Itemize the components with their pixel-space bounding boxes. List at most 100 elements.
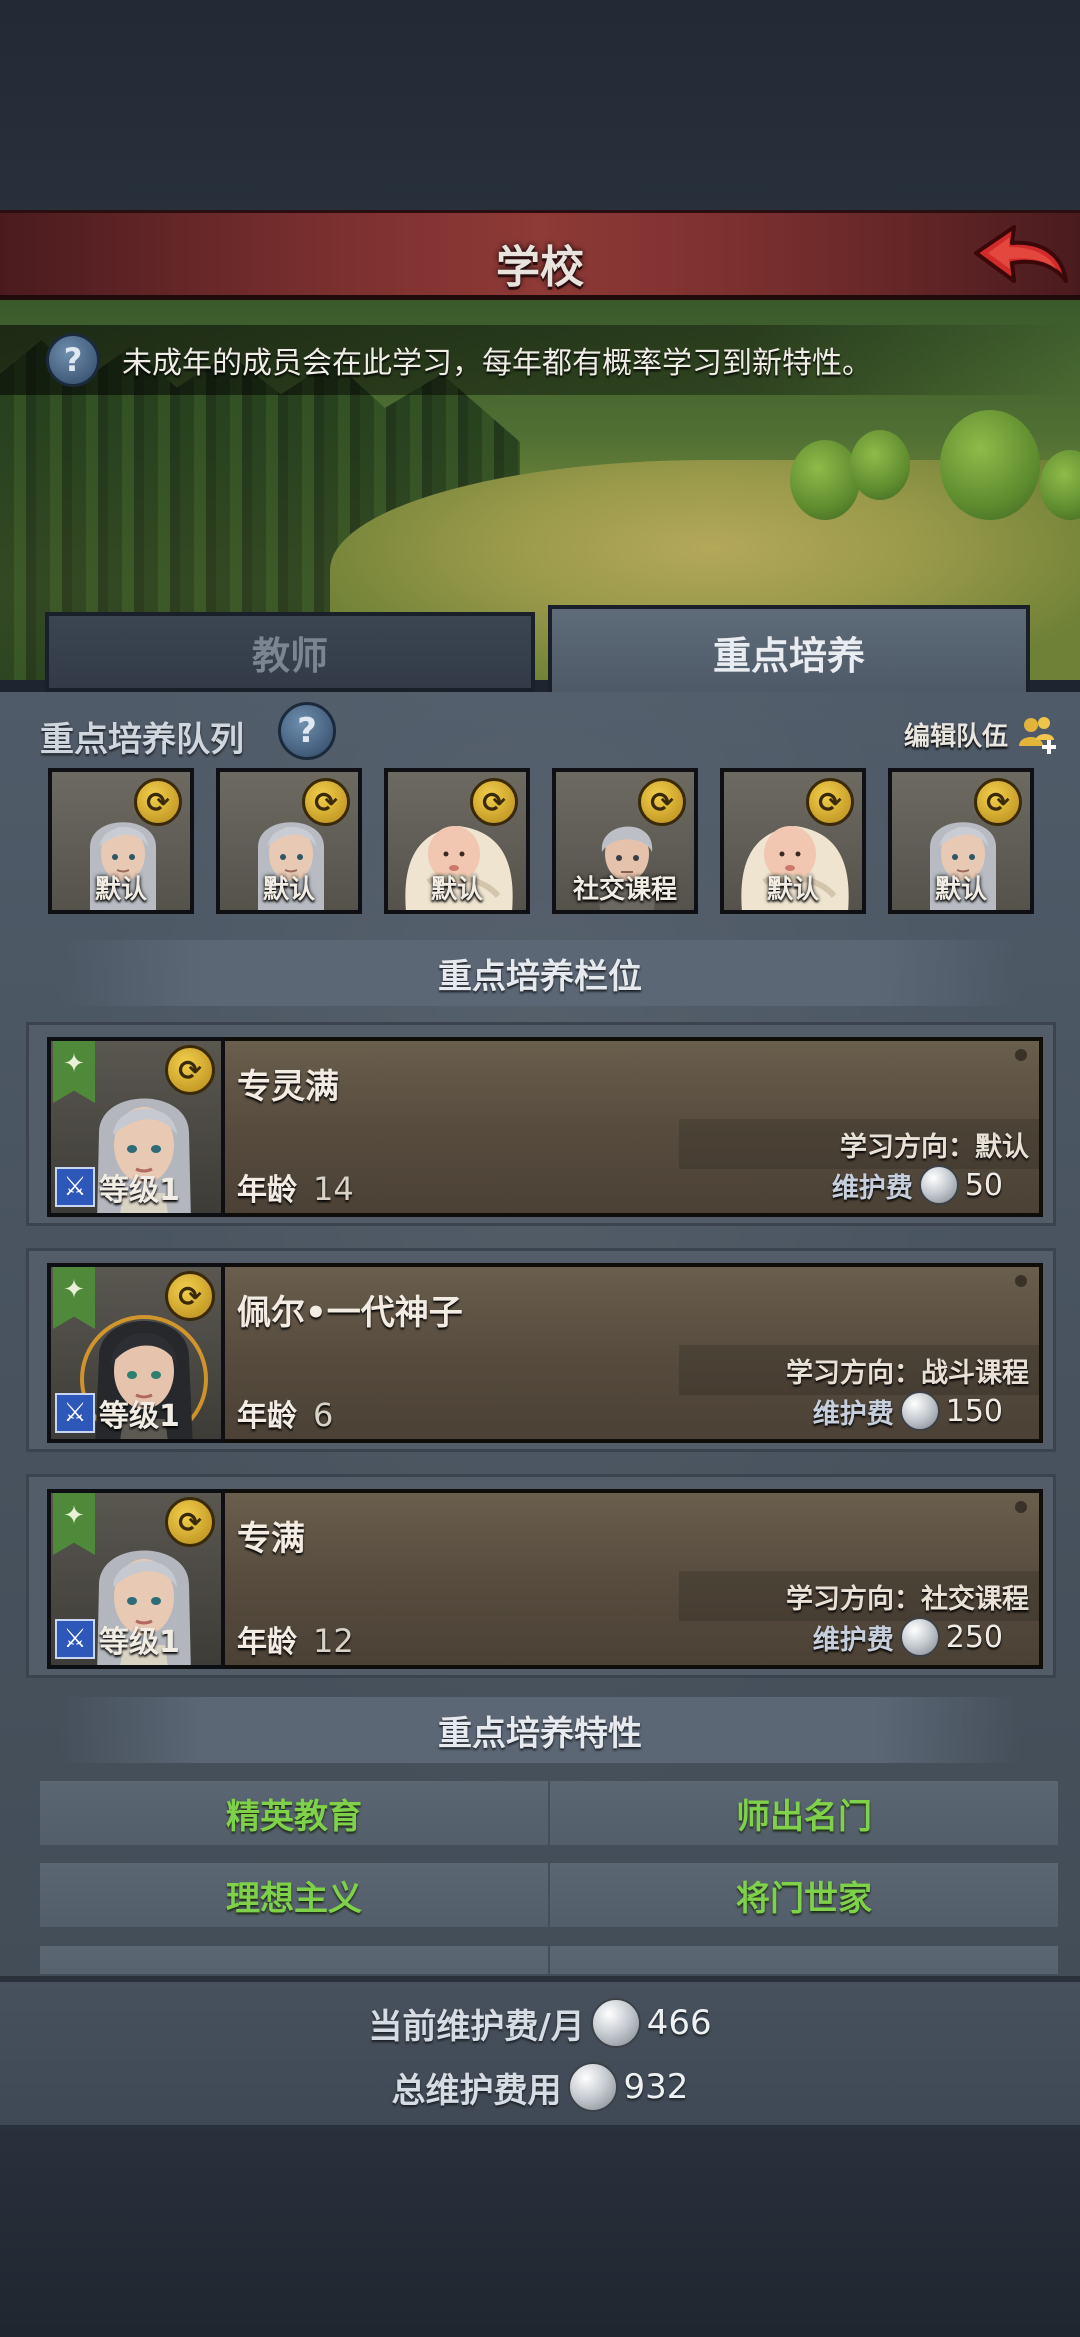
trait-item-clipped[interactable] bbox=[550, 1946, 1058, 1974]
study-direction: 学习方向：战斗课程 bbox=[786, 1358, 1029, 1389]
fee-row: 维护费 50 bbox=[832, 1165, 1003, 1205]
monthly-fee-row: 当前维护费/月 466 bbox=[0, 1998, 1080, 2048]
student-avatar[interactable]: ✦ ⟳ ⚔ 等级1 bbox=[47, 1263, 225, 1443]
age-value: 6 bbox=[313, 1396, 334, 1434]
queue-slot[interactable]: ⟳ 默认 bbox=[216, 768, 362, 914]
team-add-icon bbox=[1016, 712, 1060, 756]
age-row: 年龄 6 bbox=[237, 1391, 333, 1435]
cycle-icon[interactable]: ⟳ bbox=[638, 778, 686, 826]
student-avatar[interactable]: ✦ ⟳ ⚔ 等级1 bbox=[47, 1037, 225, 1217]
queue-slot[interactable]: ⟳ 默认 bbox=[888, 768, 1034, 914]
trait-item[interactable]: 将门世家 bbox=[550, 1863, 1058, 1927]
queue-slot-label: 社交课程 bbox=[572, 875, 677, 905]
trait-item-clipped[interactable] bbox=[40, 1946, 548, 1974]
edit-team-label: 编辑队伍 bbox=[903, 721, 1008, 752]
fee-value: 250 bbox=[945, 1619, 1003, 1655]
tab-focus-training[interactable]: 重点培养 bbox=[548, 605, 1030, 695]
queue-slot[interactable]: ⟳ 社交课程 bbox=[552, 768, 698, 914]
student-card[interactable]: ✦ ⟳ ⚔ 等级1 专灵满 学习方向：默认 年龄 14 维护费 50 bbox=[26, 1022, 1056, 1226]
total-fee-row: 总维护费用 932 bbox=[0, 2062, 1080, 2112]
queue-slot-label: 默认 bbox=[262, 875, 315, 905]
student-card[interactable]: ✦ ⟳ ⚔ 等级1 专满 学习方向：社交课程 年龄 12 维护费 250 bbox=[26, 1474, 1056, 1678]
back-arrow-icon[interactable] bbox=[970, 219, 1070, 297]
age-label: 年龄 bbox=[237, 1625, 297, 1660]
age-row: 年龄 12 bbox=[237, 1617, 354, 1661]
monthly-fee-value: 466 bbox=[646, 2003, 712, 2043]
student-card[interactable]: ✦ ⟳ ⚔ 等级1 佩尔•一代神子 学习方向：战斗课程 年龄 6 维护费 150 bbox=[26, 1248, 1056, 1452]
student-info: 专灵满 学习方向：默认 年龄 14 维护费 50 bbox=[225, 1037, 1043, 1217]
student-info: 专满 学习方向：社交课程 年龄 12 维护费 250 bbox=[225, 1489, 1043, 1669]
silver-coin-icon bbox=[899, 1617, 940, 1657]
cycle-icon[interactable]: ⟳ bbox=[165, 1497, 215, 1547]
fee-label: 维护费 bbox=[831, 1172, 913, 1204]
study-direction: 学习方向：默认 bbox=[840, 1132, 1029, 1163]
total-fee-value: 932 bbox=[623, 2067, 689, 2107]
silver-coin-icon bbox=[899, 1391, 940, 1431]
trait-item[interactable]: 师出名门 bbox=[550, 1781, 1058, 1845]
rank-banner-icon: ✦ bbox=[53, 1041, 95, 1103]
age-value: 12 bbox=[313, 1622, 354, 1660]
cycle-icon[interactable]: ⟳ bbox=[134, 778, 182, 826]
traits-section-title: 重点培养特性 bbox=[60, 1697, 1020, 1763]
queue-slot[interactable]: ⟳ 默认 bbox=[720, 768, 866, 914]
sword-icon: ⚔ bbox=[55, 1393, 95, 1433]
level-row: ⚔ 等级1 bbox=[55, 1391, 180, 1435]
silver-coin-icon bbox=[590, 1998, 641, 2048]
level-row: ⚔ 等级1 bbox=[55, 1617, 180, 1661]
age-value: 14 bbox=[313, 1170, 354, 1208]
student-info: 佩尔•一代神子 学习方向：战斗课程 年龄 6 维护费 150 bbox=[225, 1263, 1043, 1443]
fee-row: 维护费 150 bbox=[813, 1391, 1003, 1431]
slots-section-title: 重点培养栏位 bbox=[60, 940, 1020, 1006]
fee-value: 150 bbox=[945, 1393, 1003, 1429]
page-title: 学校 bbox=[496, 242, 584, 293]
bottom-background bbox=[0, 2125, 1080, 2337]
rank-banner-icon: ✦ bbox=[53, 1267, 95, 1329]
top-background bbox=[0, 0, 1080, 210]
student-name: 专灵满 bbox=[237, 1067, 339, 1107]
queue-help-icon[interactable]: ? bbox=[278, 702, 336, 760]
trait-list-overflow bbox=[0, 1940, 1080, 1974]
cycle-icon[interactable]: ⟳ bbox=[806, 778, 854, 826]
fee-label: 维护费 bbox=[812, 1624, 894, 1656]
sword-icon: ⚔ bbox=[55, 1619, 95, 1659]
level-text: 等级1 bbox=[99, 1173, 180, 1208]
trait-item[interactable]: 精英教育 bbox=[40, 1781, 548, 1845]
queue-slot-label: 默认 bbox=[766, 875, 819, 905]
info-bar: ? 未成年的成员会在此学习，每年都有概率学习到新特性。 bbox=[0, 325, 1080, 395]
monthly-fee-label: 当前维护费/月 bbox=[368, 2006, 585, 2047]
cycle-icon[interactable]: ⟳ bbox=[470, 778, 518, 826]
rank-banner-icon: ✦ bbox=[53, 1493, 95, 1555]
edit-team-button[interactable]: 编辑队伍 bbox=[904, 712, 1060, 756]
silver-coin-icon bbox=[918, 1165, 959, 1205]
title-bar: 学校 bbox=[0, 210, 1080, 300]
cycle-icon[interactable]: ⟳ bbox=[165, 1045, 215, 1095]
queue-slot-label: 默认 bbox=[430, 875, 483, 905]
help-icon[interactable]: ? bbox=[46, 333, 100, 387]
queue-slot-label: 默认 bbox=[94, 875, 147, 905]
age-label: 年龄 bbox=[237, 1173, 297, 1208]
sword-icon: ⚔ bbox=[55, 1167, 95, 1207]
info-text: 未成年的成员会在此学习，每年都有概率学习到新特性。 bbox=[122, 346, 872, 381]
trait-item[interactable]: 理想主义 bbox=[40, 1863, 548, 1927]
fee-row: 维护费 250 bbox=[813, 1617, 1003, 1657]
study-direction: 学习方向：社交课程 bbox=[786, 1584, 1029, 1615]
level-row: ⚔ 等级1 bbox=[55, 1165, 180, 1209]
cycle-icon[interactable]: ⟳ bbox=[165, 1271, 215, 1321]
maintenance-footer: 当前维护费/月 466 总维护费用 932 bbox=[0, 1976, 1080, 2126]
queue-slot[interactable]: ⟳ 默认 bbox=[384, 768, 530, 914]
cycle-icon[interactable]: ⟳ bbox=[974, 778, 1022, 826]
student-name: 佩尔•一代神子 bbox=[237, 1293, 463, 1333]
student-avatar[interactable]: ✦ ⟳ ⚔ 等级1 bbox=[47, 1489, 225, 1669]
tab-teacher[interactable]: 教师 bbox=[45, 612, 535, 692]
training-queue: ⟳ 默认 ⟳ 默认 ⟳ 默认 ⟳ 社交课程 ⟳ 默认 ⟳ 默认 bbox=[48, 768, 1038, 914]
age-label: 年龄 bbox=[237, 1399, 297, 1434]
queue-slot-label: 默认 bbox=[934, 875, 987, 905]
cycle-icon[interactable]: ⟳ bbox=[302, 778, 350, 826]
queue-slot[interactable]: ⟳ 默认 bbox=[48, 768, 194, 914]
fee-label: 维护费 bbox=[812, 1398, 894, 1430]
fee-value: 50 bbox=[964, 1167, 1003, 1203]
silver-coin-icon bbox=[567, 2062, 618, 2112]
level-text: 等级1 bbox=[99, 1625, 180, 1660]
total-fee-label: 总维护费用 bbox=[391, 2070, 562, 2111]
level-text: 等级1 bbox=[99, 1399, 180, 1434]
